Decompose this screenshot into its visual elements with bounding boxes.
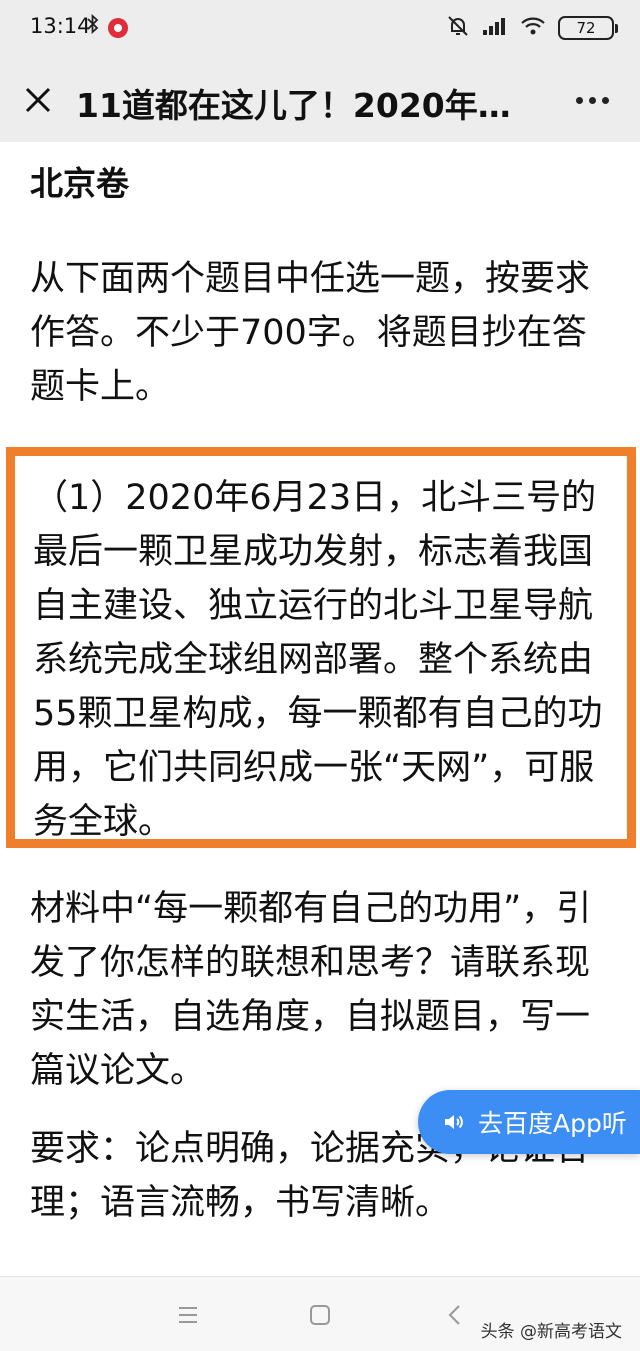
close-button[interactable] [14,76,62,124]
menu-icon [179,1307,197,1323]
back-icon [448,1305,460,1325]
more-dot-icon [601,96,609,104]
speaker-icon [445,1115,463,1129]
status-bar: 13:14 72 [0,0,640,58]
question-paragraph: 材料中“每一颗都有自己的功用”，引发了你怎样的联想和思考？请联系现实生活，自选角… [30,889,592,1091]
status-right-icons: 72 [446,14,618,42]
home-button[interactable] [300,1295,340,1335]
bluetooth-icon [86,13,100,39]
listen-button-label: 去百度App听 [478,1109,627,1138]
close-icon [25,87,51,113]
top-nav-bar: 11道都在这儿了！2020年… [0,58,640,142]
menu-button[interactable] [168,1295,208,1335]
material-paragraph: （1）2020年6月23日，北斗三号的最后一颗卫星成功发射，标志着我国自主建设、… [33,478,603,842]
mute-icon [446,14,470,42]
page-title: 11道都在这儿了！2020年… [76,86,511,125]
highlighted-material-box: （1）2020年6月23日，北斗三号的最后一颗卫星成功发射，标志着我国自主建设、… [6,447,636,848]
listen-in-baidu-app-button[interactable]: 去百度App听 [418,1090,640,1154]
battery-icon: 72 [558,16,618,40]
signal-icon [482,16,508,40]
wifi-icon [520,16,546,40]
status-left-icons [86,13,128,39]
more-dot-icon [575,96,583,104]
record-icon [108,17,128,38]
section-title: 北京卷 [30,164,129,203]
status-time: 13:14 [30,14,91,38]
home-icon [310,1305,330,1325]
system-navigation-bar: 头条 @新高考语文 [0,1276,640,1351]
back-button[interactable] [434,1295,474,1335]
source-watermark: 头条 @新高考语文 [480,1322,622,1342]
more-options-button[interactable] [566,78,618,122]
more-dot-icon [588,96,596,104]
intro-paragraph: 从下面两个题目中任选一题，按要求作答。不少于700字。将题目抄在答题卡上。 [30,259,591,407]
